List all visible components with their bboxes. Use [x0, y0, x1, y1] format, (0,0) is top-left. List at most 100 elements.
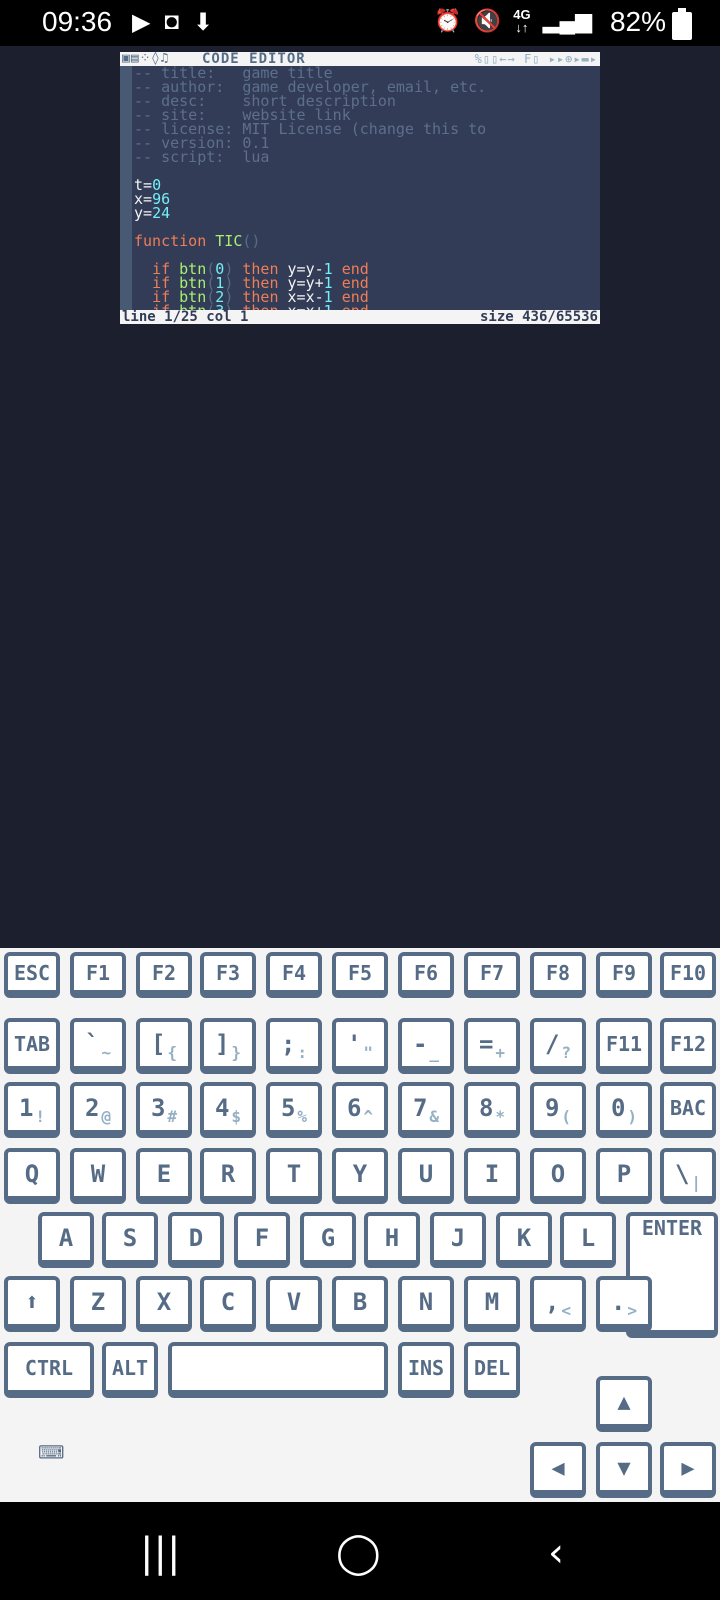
key-backslash[interactable]: \ |	[660, 1148, 716, 1204]
key-label: ▲	[617, 1389, 631, 1415]
key-digit-2[interactable]: 2 @	[70, 1082, 126, 1138]
key-f1[interactable]: F1	[70, 952, 126, 998]
key-label: =	[478, 1030, 494, 1058]
tic80-screen[interactable]: ▣▤⁘◊♫ CODE EDITOR %▯▯←→ F▯ ▸▸⊕▸▬▸ -- tit…	[120, 52, 600, 324]
key-label: T	[286, 1160, 302, 1188]
key-sym-0[interactable]: TAB	[4, 1018, 60, 1074]
key-sym-5[interactable]: ' "	[332, 1018, 388, 1074]
key-digit-6[interactable]: 6 ^	[332, 1082, 388, 1138]
key-h[interactable]: H	[364, 1212, 420, 1268]
key-shift-label: &	[429, 1107, 440, 1126]
key-v[interactable]: V	[266, 1276, 322, 1332]
key-f2[interactable]: F2	[136, 952, 192, 998]
key-space[interactable]	[168, 1342, 388, 1398]
key-x[interactable]: X	[136, 1276, 192, 1332]
key-sym-2[interactable]: [{	[136, 1018, 192, 1074]
key-a[interactable]: A	[38, 1212, 94, 1268]
key-comma[interactable]: , <	[530, 1276, 586, 1332]
editor-status-line: line 1/25 col 1 size 436/65536	[120, 310, 600, 324]
key-sym-4[interactable]: ;:	[266, 1018, 322, 1074]
key-digit-1[interactable]: 1!	[4, 1082, 60, 1138]
key-ins[interactable]: INS	[398, 1342, 454, 1398]
key-l[interactable]: L	[560, 1212, 616, 1268]
key-label: -	[412, 1030, 428, 1058]
keyboard-toggle-icon[interactable]: ⌨	[38, 1428, 65, 1479]
key-digit-5[interactable]: 5%	[266, 1082, 322, 1138]
key-f5[interactable]: F5	[332, 952, 388, 998]
key-k[interactable]: K	[496, 1212, 552, 1268]
code-area[interactable]: -- title: game title -- author: game deve…	[134, 66, 600, 310]
key-s[interactable]: S	[102, 1212, 158, 1268]
key-label: ▼	[617, 1455, 631, 1481]
key-r[interactable]: R	[200, 1148, 256, 1204]
key-label: 7	[412, 1094, 428, 1122]
key-digit-8[interactable]: 8 *	[464, 1082, 520, 1138]
key-j[interactable]: J	[430, 1212, 486, 1268]
key-label: CTRL	[24, 1356, 74, 1380]
key-m[interactable]: M	[464, 1276, 520, 1332]
key-f6[interactable]: F6	[398, 952, 454, 998]
key-period[interactable]: . >	[596, 1276, 652, 1332]
key-f[interactable]: F	[234, 1212, 290, 1268]
key-alt[interactable]: ALT	[102, 1342, 158, 1398]
signal-icon: ▂▄▆	[542, 8, 592, 33]
key-label: ▶	[681, 1455, 695, 1481]
key-c[interactable]: C	[200, 1276, 256, 1332]
key-digit-7[interactable]: 7 &	[398, 1082, 454, 1138]
key-digit-9[interactable]: 9(	[530, 1082, 586, 1138]
back-button[interactable]: ‹	[548, 1530, 564, 1576]
key-label: F12	[669, 1032, 707, 1056]
key-label: J	[450, 1224, 466, 1252]
key-digit-0[interactable]: 0)	[596, 1082, 652, 1138]
key-p[interactable]: P	[596, 1148, 652, 1204]
key-e[interactable]: E	[136, 1148, 192, 1204]
key-i[interactable]: I	[464, 1148, 520, 1204]
key-u[interactable]: U	[398, 1148, 454, 1204]
key-d[interactable]: D	[168, 1212, 224, 1268]
key-shift[interactable]: ⬆	[4, 1276, 60, 1332]
key-ctrl[interactable]: CTRL	[4, 1342, 94, 1398]
editor-mode-icons[interactable]: ▣▤⁘◊♫	[122, 52, 169, 66]
home-button[interactable]: ◯	[336, 1530, 381, 1576]
key-f10[interactable]: F10	[660, 952, 716, 998]
key-digit-4[interactable]: 4 $	[200, 1082, 256, 1138]
key-arrow-right[interactable]: ▶	[660, 1442, 716, 1498]
key-f8[interactable]: F8	[530, 952, 586, 998]
key-backspace[interactable]: BAC	[660, 1082, 716, 1138]
key-shift-label: !	[35, 1107, 46, 1126]
key-sym-1[interactable]: ` ~	[70, 1018, 126, 1074]
key-q[interactable]: Q	[4, 1148, 60, 1204]
key-shift-label: $	[231, 1107, 242, 1126]
key-n[interactable]: N	[398, 1276, 454, 1332]
key-esc[interactable]: ESC	[4, 952, 60, 998]
key-sym-9[interactable]: F11	[596, 1018, 652, 1074]
key-sym-3[interactable]: ]}	[200, 1018, 256, 1074]
key-del[interactable]: DEL	[464, 1342, 520, 1398]
key-b[interactable]: B	[332, 1276, 388, 1332]
key-sym-8[interactable]: /?	[530, 1018, 586, 1074]
key-sym-7[interactable]: = +	[464, 1018, 520, 1074]
key-digit-3[interactable]: 3 #	[136, 1082, 192, 1138]
key-arrow-left[interactable]: ◀	[530, 1442, 586, 1498]
key-label: F9	[611, 961, 637, 985]
key-w[interactable]: W	[70, 1148, 126, 1204]
key-t[interactable]: T	[266, 1148, 322, 1204]
key-sym-6[interactable]: - _	[398, 1018, 454, 1074]
key-z[interactable]: Z	[70, 1276, 126, 1332]
code-token-var: x=x+	[288, 302, 324, 311]
key-f4[interactable]: F4	[266, 952, 322, 998]
recent-apps-button[interactable]: |||	[140, 1530, 180, 1576]
key-o[interactable]: O	[530, 1148, 586, 1204]
editor-tool-icons[interactable]: %▯▯←→ F▯ ▸▸⊕▸▬▸	[475, 52, 598, 66]
key-f9[interactable]: F9	[596, 952, 652, 998]
key-label: 2	[84, 1094, 100, 1122]
key-y[interactable]: Y	[332, 1148, 388, 1204]
key-g[interactable]: G	[300, 1212, 356, 1268]
key-f3[interactable]: F3	[200, 952, 256, 998]
code-line: t=0	[134, 178, 600, 193]
key-label: E	[156, 1160, 172, 1188]
key-f7[interactable]: F7	[464, 952, 520, 998]
key-arrow-down[interactable]: ▼	[596, 1442, 652, 1498]
key-arrow-up[interactable]: ▲	[596, 1376, 652, 1432]
key-sym-10[interactable]: F12	[660, 1018, 716, 1074]
